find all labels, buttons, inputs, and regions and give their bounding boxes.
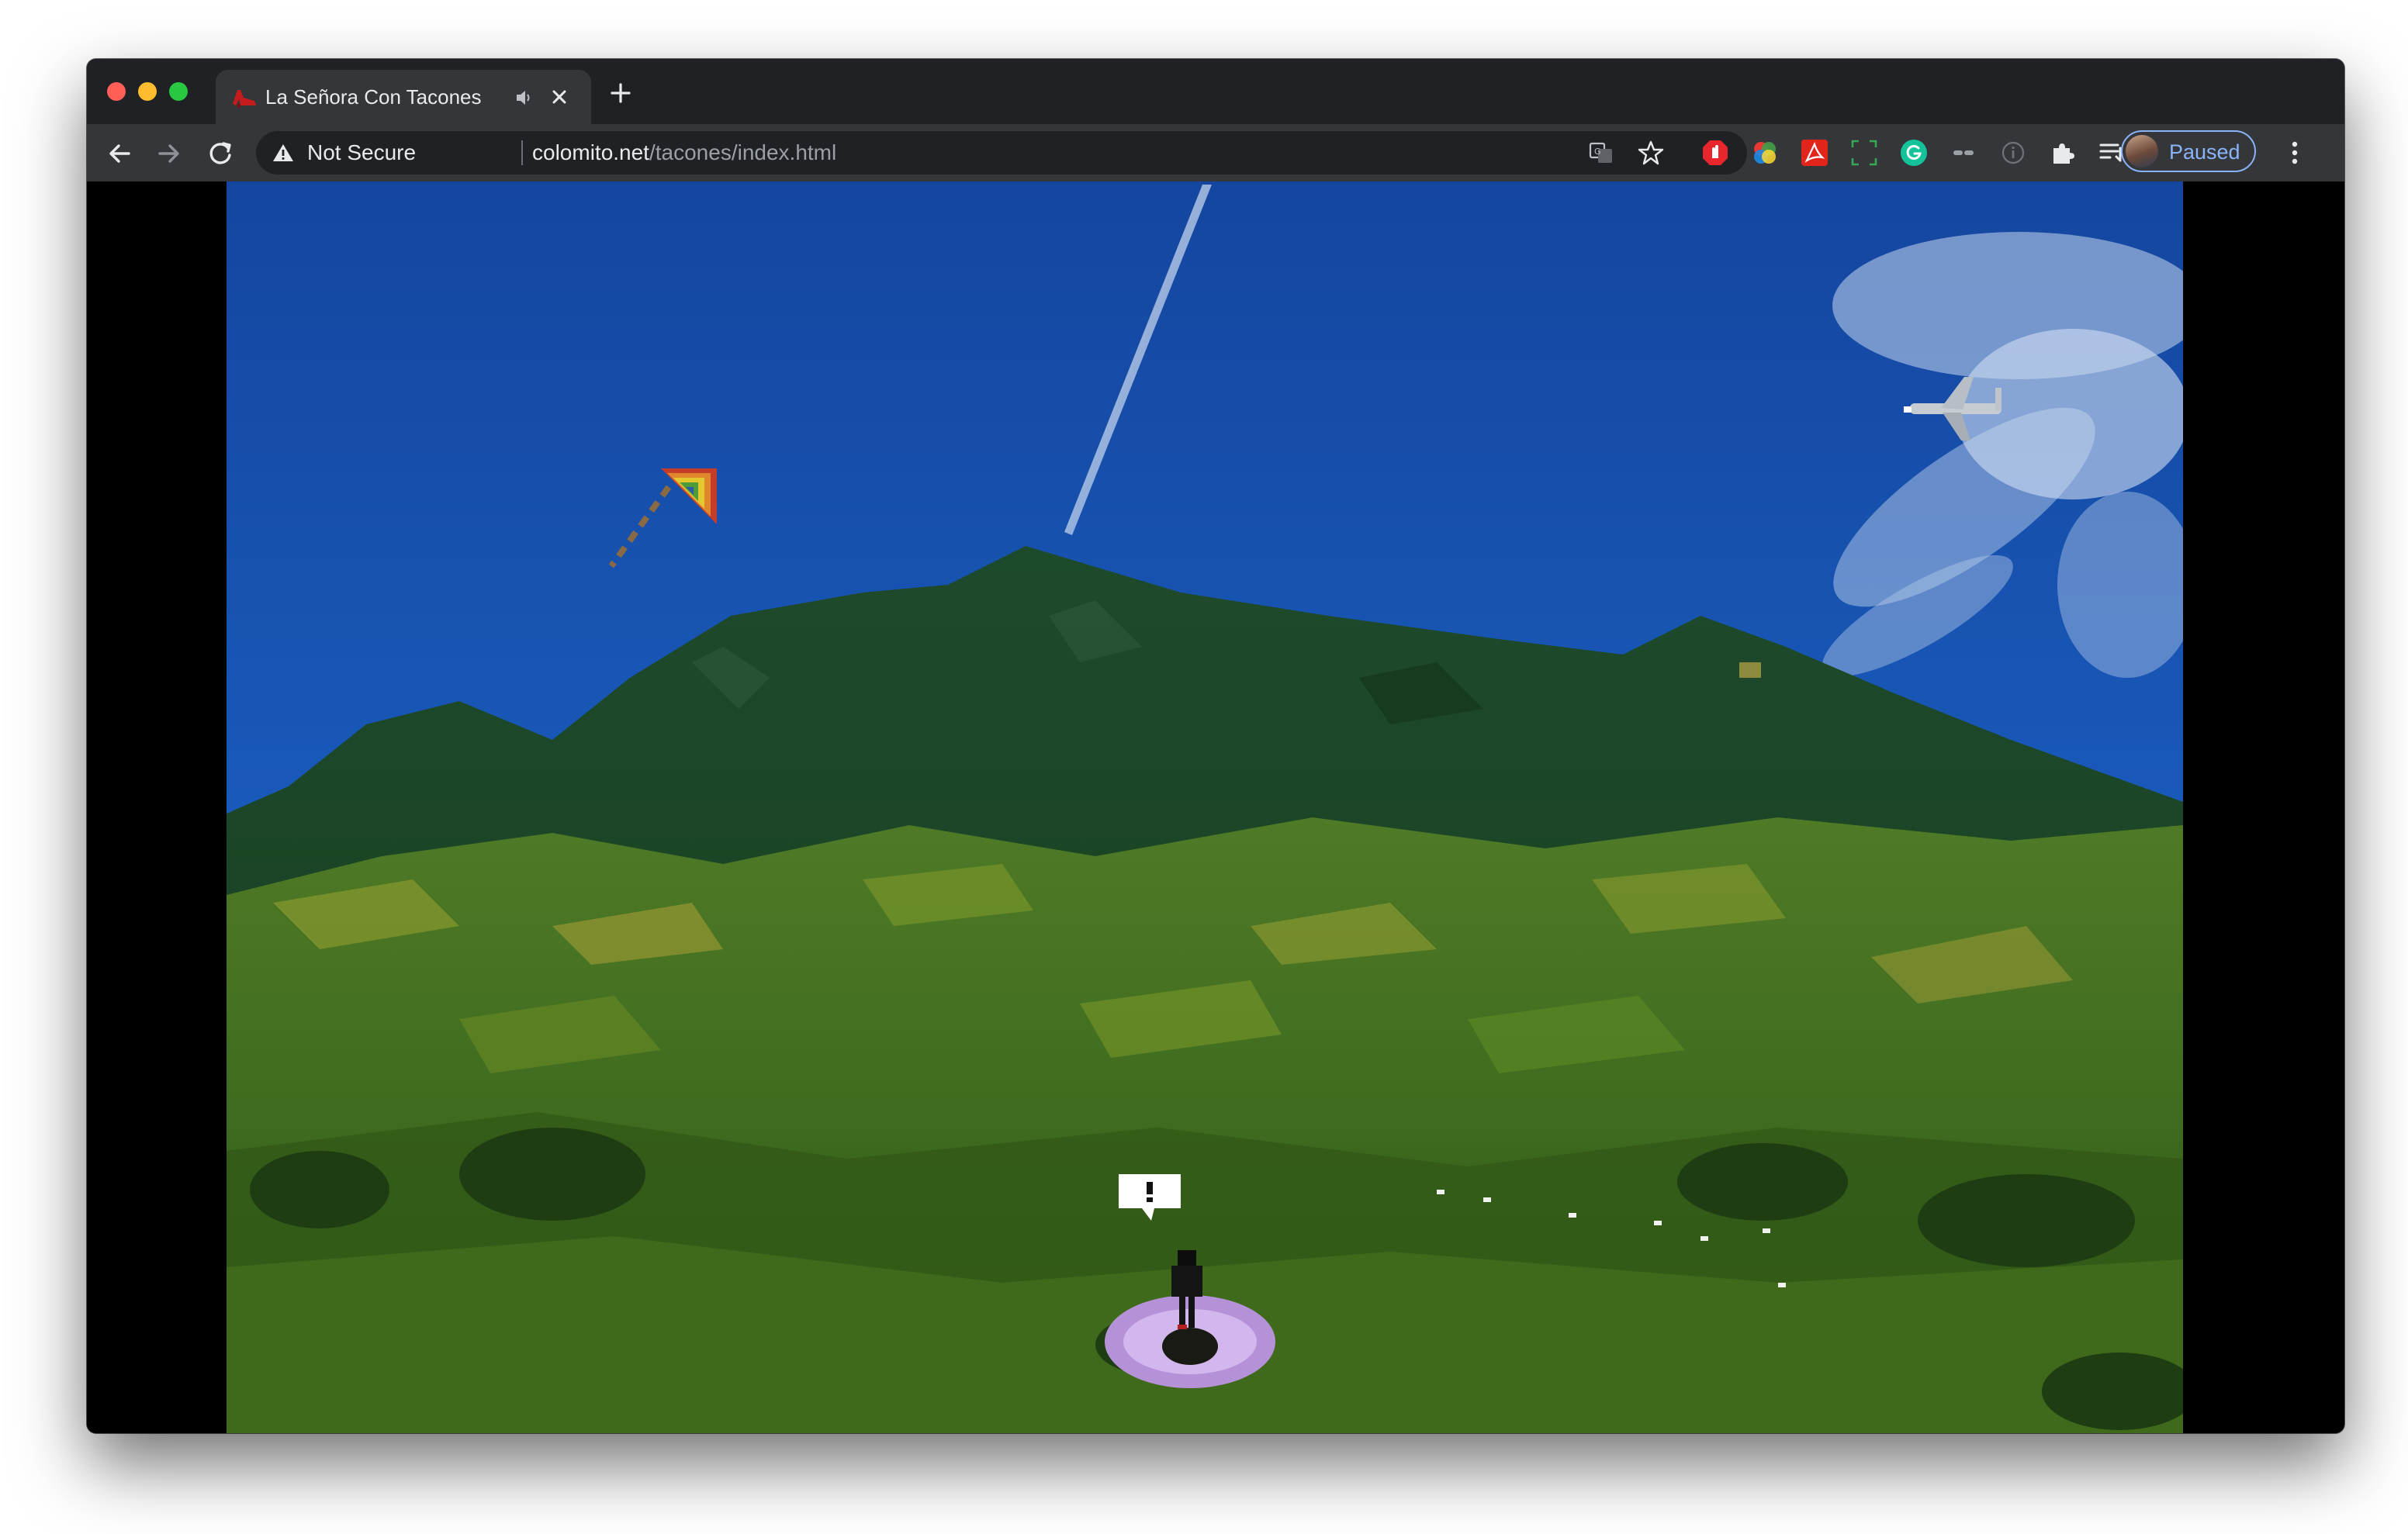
game-canvas[interactable] [227, 181, 2183, 1433]
tab-title: La Señora Con Tacones [265, 85, 482, 109]
url-text[interactable]: colomito.net/tacones/index.html [532, 140, 836, 165]
warning-triangle-icon [273, 144, 293, 161]
url-path: /tacones/index.html [649, 140, 837, 164]
plus-icon[interactable] [605, 78, 636, 109]
toolbar: Not Secure colomito.net/tacones/index.ht… [87, 124, 2344, 181]
url-host: colomito.net [532, 140, 649, 164]
window-maximize-button[interactable] [169, 82, 188, 101]
tab-strip: La Señora Con Tacones [87, 59, 2344, 124]
window-minimize-button[interactable] [138, 82, 157, 101]
puzzle-extensions-icon[interactable] [2048, 138, 2078, 168]
reload-icon[interactable] [203, 136, 237, 171]
grammarly-icon[interactable] [1899, 138, 1929, 168]
window-close-button[interactable] [107, 82, 126, 101]
address-bar[interactable]: Not Secure colomito.net/tacones/index.ht… [256, 131, 1747, 174]
tab-active[interactable]: La Señora Con Tacones [216, 70, 591, 124]
translate-icon[interactable]: G [1587, 139, 1615, 167]
omnibox-divider [521, 140, 523, 165]
page-viewport [87, 181, 2344, 1433]
screenshot-icon[interactable] [1849, 138, 1879, 168]
profile-button[interactable]: Paused [2121, 130, 2256, 172]
high-heel-shoe-icon [233, 90, 256, 108]
browser-window: La Señora Con Tacones Not Secure colomit… [87, 59, 2344, 1433]
back-arrow-icon[interactable] [102, 136, 137, 171]
profile-status-label: Paused [2169, 140, 2240, 164]
acrobat-icon[interactable] [1800, 138, 1829, 168]
speaker-icon[interactable] [514, 87, 535, 109]
link-icon[interactable] [1949, 138, 1978, 168]
more-menu-icon[interactable] [2281, 138, 2309, 168]
color-wheel-icon[interactable] [1750, 138, 1780, 168]
svg-text:G: G [1594, 147, 1601, 157]
creature-sprite [1739, 662, 1761, 678]
adblock-icon[interactable] [1700, 138, 1730, 168]
close-icon[interactable] [546, 84, 573, 110]
bookmark-star-icon[interactable] [1637, 139, 1665, 167]
security-label[interactable]: Not Secure [307, 140, 416, 165]
forward-arrow-icon[interactable] [152, 136, 186, 171]
avatar [2126, 135, 2158, 168]
info-icon[interactable] [1998, 138, 2028, 168]
